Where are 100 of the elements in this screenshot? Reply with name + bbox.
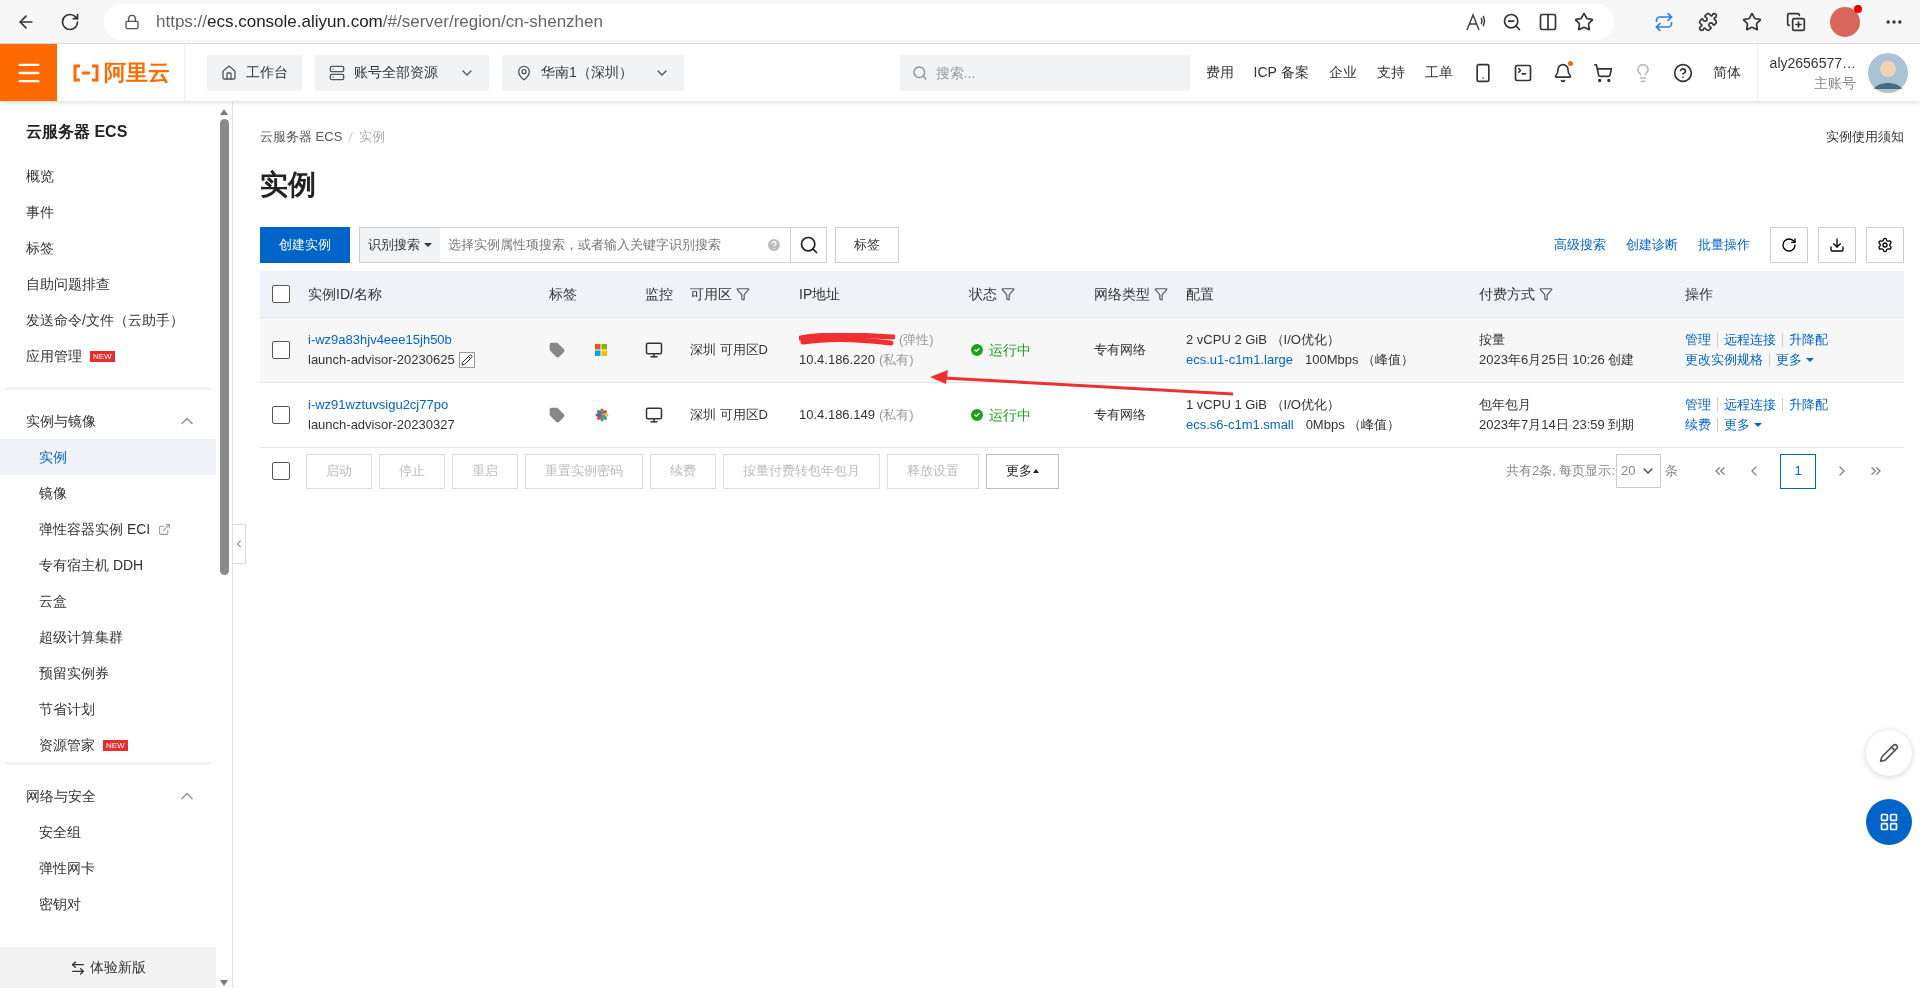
filter-icon[interactable]	[1539, 287, 1553, 301]
sidebar-item[interactable]: 应用管理 NEW	[0, 338, 216, 374]
action-link[interactable]: 续费	[1685, 418, 1711, 432]
sync-icon[interactable]	[1654, 11, 1674, 32]
monitor-icon[interactable]	[645, 406, 663, 424]
cart-icon[interactable]	[1592, 62, 1613, 83]
table-row[interactable]: i-wz9a83hjv4eee15jh50b launch-advisor-20230625 深圳 可用区D (弹性) 10.4.186.220 (私有) 运行中 专有网络 2 vCPU 2 GiB （I/O优化） ecs.u1-c1m1.large 100Mbps （峰值） 按量 2023年6月25日 10:26 创建 管理 远程连接 升降配 更改实例规格 更多	[260, 317, 1904, 382]
filter-icon[interactable]	[1001, 287, 1015, 301]
sidebar-item[interactable]: 弹性容器实例 ECI	[0, 511, 216, 547]
row-checkbox[interactable]	[272, 341, 290, 359]
instance-type-link[interactable]: ecs.u1-c1m1.large	[1186, 350, 1293, 370]
sidebar-item[interactable]: 密钥对	[0, 886, 216, 922]
nav-link[interactable]: 费用	[1205, 62, 1234, 83]
sidebar-item[interactable]: 标签	[0, 230, 216, 266]
toolbar-link[interactable]: 高级搜索	[1554, 235, 1606, 255]
help-icon[interactable]	[1672, 62, 1693, 83]
sidebar-item[interactable]: 弹性网卡	[0, 850, 216, 886]
sidebar-item[interactable]: 云盒	[0, 583, 216, 619]
page-button[interactable]: 1	[1780, 453, 1816, 489]
search-field[interactable]: 搜索...	[899, 54, 1190, 91]
profile-avatar[interactable]	[1830, 6, 1860, 37]
sidebar-item[interactable]: 实例	[0, 439, 216, 475]
action-link[interactable]: 升降配	[1782, 398, 1828, 412]
row-checkbox[interactable]	[272, 406, 290, 424]
search-input[interactable]: 选择实例属性项搜索，或者输入关键字识别搜索	[440, 235, 766, 255]
sidebar-item[interactable]: 预留实例券	[0, 655, 216, 691]
favorites-icon[interactable]	[1742, 11, 1762, 32]
language-link[interactable]: 简体	[1712, 62, 1741, 83]
row-checkbox[interactable]	[272, 462, 290, 480]
instance-id-link[interactable]: i-wz91wztuvsigu2cj77po	[308, 395, 533, 415]
bulk-action-button[interactable]: 更多	[986, 453, 1059, 489]
scroll-down-icon[interactable]	[220, 980, 228, 986]
try-new-version-button[interactable]: 体验新版	[0, 947, 216, 988]
sidebar-section-header[interactable]: 实例与镜像	[5, 403, 211, 439]
notification-icon[interactable]	[1552, 62, 1573, 83]
sidebar-item[interactable]: 超级计算集群	[0, 619, 216, 655]
instance-type-link[interactable]: ecs.s6-c1m1.small	[1186, 415, 1294, 435]
read-aloud-icon[interactable]	[1466, 12, 1486, 31]
row-checkbox[interactable]	[272, 285, 290, 303]
action-link[interactable]: 管理	[1685, 398, 1711, 412]
sidebar-item[interactable]: 专有宿主机 DDH	[0, 547, 216, 583]
search-button[interactable]	[791, 227, 827, 263]
address-bar[interactable]: https://ecs.console.aliyun.com/#/server/region/cn-shenzhen	[104, 3, 1614, 40]
search-scope-dropdown[interactable]: 识别搜索	[360, 228, 440, 262]
sidebar-item[interactable]: 自助问题排查	[0, 266, 216, 302]
create-instance-button[interactable]: 创建实例	[260, 227, 350, 263]
apps-floating-button[interactable]	[1866, 799, 1912, 845]
reload-icon[interactable]	[60, 11, 80, 32]
extensions-icon[interactable]	[1698, 11, 1718, 32]
zoom-out-icon[interactable]	[1502, 11, 1522, 32]
scroll-up-icon[interactable]	[220, 109, 228, 115]
filter-icon[interactable]	[1154, 287, 1168, 301]
action-link[interactable]: 远程连接	[1717, 398, 1776, 412]
breadcrumb-link[interactable]: 云服务器 ECS	[260, 127, 343, 147]
nav-button[interactable]: 工作台	[207, 54, 302, 91]
favorite-icon[interactable]	[1574, 11, 1594, 32]
terminal-icon[interactable]	[1512, 62, 1533, 83]
notice-link[interactable]: 实例使用须知	[1826, 127, 1904, 147]
edit-floating-button[interactable]	[1866, 730, 1912, 776]
user-avatar[interactable]	[1868, 52, 1908, 93]
sidebar-item[interactable]: 镜像	[0, 475, 216, 511]
tag-icon[interactable]	[549, 407, 565, 423]
menu-button[interactable]	[0, 44, 57, 101]
sidebar-item[interactable]: 发送命令/文件（云助手）	[0, 302, 216, 338]
toolbar-link[interactable]: 创建诊断	[1626, 235, 1678, 255]
nav-link[interactable]: 工单	[1424, 62, 1453, 83]
sidebar-item[interactable]: 概览	[0, 158, 216, 194]
collections-icon[interactable]	[1786, 11, 1806, 32]
nav-link[interactable]: 支持	[1376, 62, 1405, 83]
action-link[interactable]: 管理	[1685, 333, 1711, 347]
scrollbar-thumb[interactable]	[219, 119, 229, 575]
tag-button[interactable]: 标签	[835, 227, 899, 263]
sidebar-item[interactable]: 节省计划	[0, 691, 216, 727]
action-link[interactable]: 更改实例规格	[1685, 353, 1763, 367]
sidebar-item[interactable]: 事件	[0, 194, 216, 230]
tag-icon[interactable]	[549, 342, 565, 358]
nav-button[interactable]: 账号全部资源	[315, 54, 489, 91]
monitor-icon[interactable]	[645, 341, 663, 359]
sidebar-item[interactable]: 安全组	[0, 814, 216, 850]
nav-link[interactable]: 企业	[1328, 62, 1357, 83]
edit-button[interactable]	[458, 352, 475, 368]
toolbar-link[interactable]: 批量操作	[1698, 235, 1750, 255]
nav-button[interactable]: 华南1（深圳）	[502, 54, 684, 91]
nav-link[interactable]: ICP 备案	[1253, 62, 1309, 83]
search-bar[interactable]: 识别搜索 选择实例属性项搜索，或者输入关键字识别搜索	[359, 227, 791, 263]
more-actions-link[interactable]: 更多	[1717, 418, 1762, 432]
sidebar-item[interactable]: 资源管家 NEW	[0, 727, 216, 763]
sidebar-section-header[interactable]: 网络与安全	[5, 778, 211, 814]
refresh-button[interactable]	[1770, 227, 1808, 263]
settings-button[interactable]	[1866, 227, 1904, 263]
more-actions-link[interactable]: 更多	[1769, 353, 1814, 367]
action-link[interactable]: 升降配	[1782, 333, 1828, 347]
download-button[interactable]	[1818, 227, 1856, 263]
split-screen-icon[interactable]	[1538, 11, 1558, 32]
instance-id-link[interactable]: i-wz9a83hjv4eee15jh50b	[308, 330, 533, 350]
new-badge: NEW	[90, 350, 115, 362]
user-name[interactable]: aly2656577…	[1769, 52, 1856, 73]
filter-icon[interactable]	[736, 287, 750, 301]
page-size-select[interactable]: 20	[1616, 454, 1661, 488]
action-link[interactable]: 远程连接	[1717, 333, 1776, 347]
